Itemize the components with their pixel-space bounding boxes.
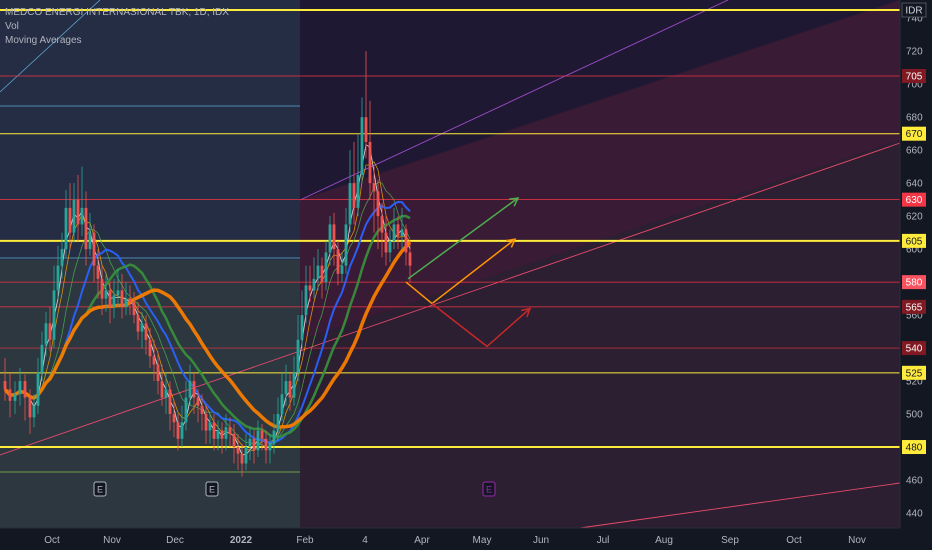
time-tick-8: Jun bbox=[533, 535, 549, 546]
price-tick-460: 460 bbox=[906, 476, 923, 487]
price-tag-525: 525 bbox=[902, 365, 926, 380]
time-tick-10: Aug bbox=[655, 535, 673, 546]
time-tick-5: 4 bbox=[362, 535, 368, 546]
earnings-marker-2[interactable]: E bbox=[482, 481, 496, 497]
price-tag-705: 705 bbox=[902, 68, 926, 83]
svg-text:580: 580 bbox=[906, 278, 923, 289]
earnings-marker-0[interactable]: E bbox=[93, 481, 107, 497]
time-tick-12: Oct bbox=[786, 535, 802, 546]
moving-averages-indicator-label[interactable]: Moving Averages bbox=[5, 34, 229, 48]
price-tick-680: 680 bbox=[906, 113, 923, 124]
price-tick-620: 620 bbox=[906, 212, 923, 223]
price-tick-640: 640 bbox=[906, 179, 923, 190]
time-tick-2: Dec bbox=[166, 535, 184, 546]
time-tick-6: Apr bbox=[414, 535, 430, 546]
volume-indicator-label[interactable]: Vol bbox=[5, 20, 229, 34]
price-tick-440: 440 bbox=[906, 509, 923, 520]
time-tick-0: Oct bbox=[44, 535, 60, 546]
chart-legend: MEDCO ENERGI INTERNASIONAL TBK, 1D, IDX … bbox=[5, 6, 229, 48]
time-tick-3: 2022 bbox=[230, 535, 253, 546]
svg-text:540: 540 bbox=[906, 344, 923, 355]
svg-text:605: 605 bbox=[906, 236, 923, 247]
time-tick-9: Jul bbox=[597, 535, 610, 546]
price-tick-720: 720 bbox=[906, 47, 923, 58]
price-tag-670: 670 bbox=[902, 126, 926, 141]
svg-text:480: 480 bbox=[906, 443, 923, 454]
time-tick-4: Feb bbox=[296, 535, 314, 546]
symbol-title[interactable]: MEDCO ENERGI INTERNASIONAL TBK, 1D, IDX bbox=[5, 6, 229, 20]
svg-text:565: 565 bbox=[906, 302, 923, 313]
time-tick-1: Nov bbox=[103, 535, 121, 546]
price-tag-605: 605 bbox=[902, 233, 926, 248]
svg-text:E: E bbox=[209, 485, 215, 495]
price-tag-540: 540 bbox=[902, 341, 926, 356]
time-tick-7: May bbox=[473, 535, 492, 546]
price-tag-565: 565 bbox=[902, 299, 926, 314]
price-tag-480: 480 bbox=[902, 440, 926, 455]
price-tag-580: 580 bbox=[902, 275, 926, 290]
time-tick-11: Sep bbox=[721, 535, 739, 546]
svg-text:670: 670 bbox=[906, 129, 923, 140]
svg-text:525: 525 bbox=[906, 368, 923, 379]
price-tag-630: 630 bbox=[902, 192, 926, 207]
price-chart[interactable]: 4404604805005205405605806006206406606807… bbox=[0, 0, 932, 550]
price-tag-IDR: IDR bbox=[901, 2, 927, 18]
svg-text:E: E bbox=[97, 485, 103, 495]
svg-text:705: 705 bbox=[906, 71, 923, 82]
price-tick-500: 500 bbox=[906, 410, 923, 421]
price-tick-660: 660 bbox=[906, 146, 923, 157]
svg-text:IDR: IDR bbox=[905, 6, 922, 17]
svg-text:E: E bbox=[486, 485, 492, 495]
svg-text:630: 630 bbox=[906, 195, 923, 206]
background-zones bbox=[0, 0, 900, 528]
earnings-marker-1[interactable]: E bbox=[205, 481, 219, 497]
time-tick-13: Nov bbox=[848, 535, 866, 546]
